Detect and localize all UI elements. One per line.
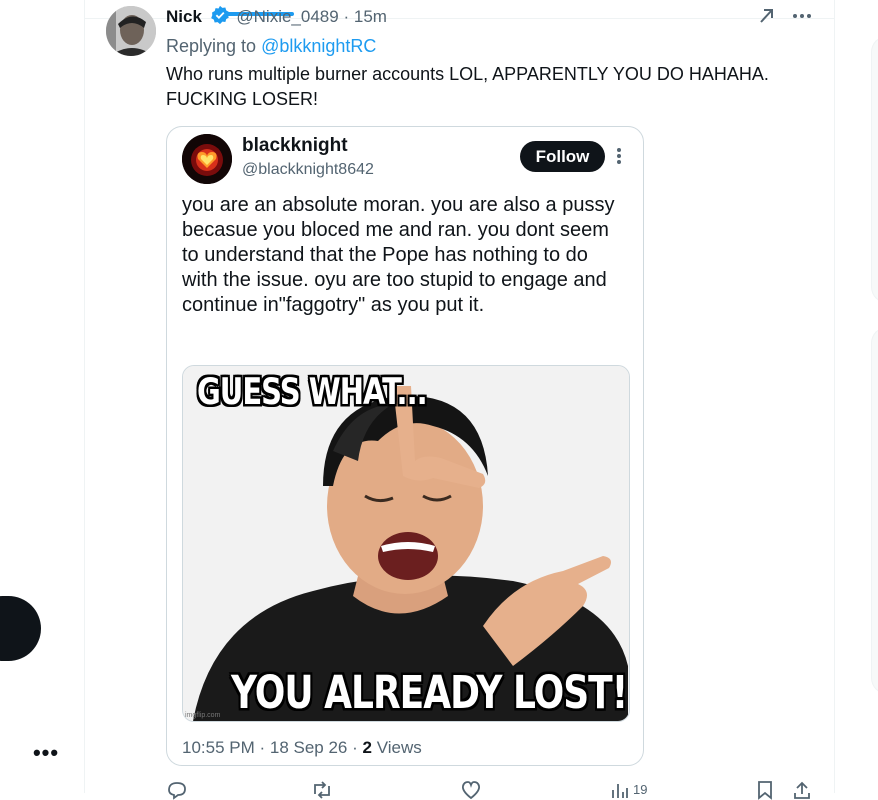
quoted-tweet-card[interactable]: blackknight @blackknight8642 Follow you … [166,126,644,766]
tweet-header: Nick @Nixie_0489 · 15m [166,5,387,27]
more-menu-icon[interactable]: ••• [30,740,62,766]
tweet-text: Who runs multiple burner accounts LOL, A… [166,64,774,109]
post-button[interactable] [0,596,41,661]
quoted-timestamp: 10:55 PM · 18 Sep 26 · 2 Views [182,738,422,758]
verified-badge-icon [210,5,230,31]
avatar[interactable] [106,6,156,56]
sidebar-card [871,327,878,694]
sidebar-card [871,36,878,303]
quoted-time[interactable]: 10:55 PM · 18 Sep 26 · [182,738,363,757]
views-count: 19 [633,782,648,797]
replying-to: Replying to @blkknightRC [166,35,376,57]
reply-icon[interactable] [166,780,188,800]
meme-top-caption: GUESS WHAT... [197,370,428,413]
grok-icon[interactable] [755,4,779,28]
meme-image[interactable]: GUESS WHAT... YOU ALREADY LOST! imgflip.… [182,365,630,722]
action-bar: 19 [166,780,826,800]
quoted-author-name[interactable]: blackknight [242,134,348,158]
retweet-icon[interactable] [311,780,333,800]
quoted-text: you are an absolute moran. you are also … [182,194,615,316]
replying-prefix: Replying to [166,36,262,56]
tweet-column: Nick @Nixie_0489 · 15m Replying to @blkk… [84,0,835,800]
share-icon[interactable] [791,780,813,800]
views-button[interactable]: 19 [609,780,679,800]
bookmark-icon[interactable] [754,780,776,800]
author-name[interactable]: Nick [166,7,202,26]
like-icon[interactable] [460,780,482,800]
meme-bottom-caption: YOU ALREADY LOST! [231,668,628,720]
time-ago[interactable]: 15m [354,7,387,26]
quoted-avatar[interactable] [182,134,232,184]
quoted-author-handle[interactable]: @blackknight8642 [242,160,374,180]
quoted-more-icon[interactable] [613,145,625,167]
meme-watermark: imgflip.com [185,712,221,719]
separator: · [343,7,350,26]
author-handle[interactable]: @Nixie_0489 [236,7,338,26]
views-icon [612,784,628,798]
quoted-views-label: Views [371,738,422,757]
more-icon[interactable] [790,4,814,28]
quoted-views-count: 2 [362,738,372,757]
replying-handle-link[interactable]: @blkknightRC [261,36,376,56]
follow-button[interactable]: Follow [520,141,605,172]
